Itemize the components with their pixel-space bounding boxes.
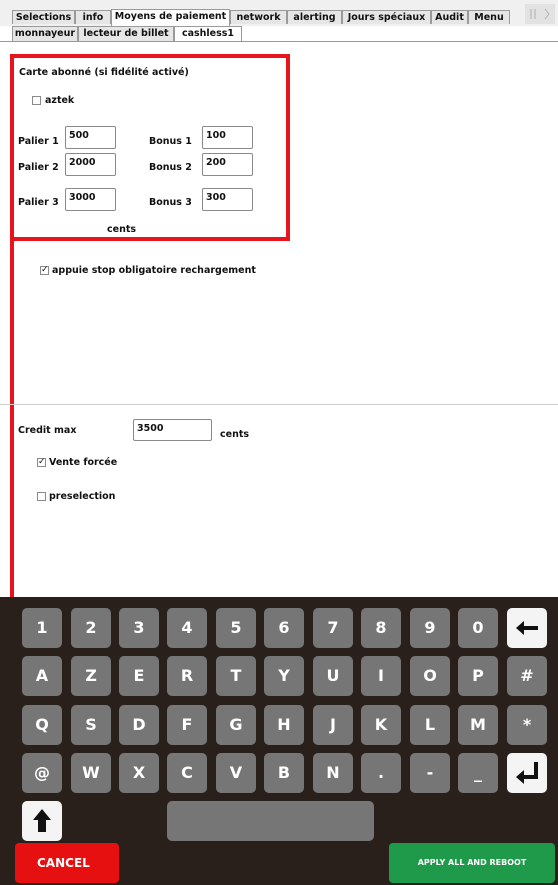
key-c[interactable]: C — [167, 753, 207, 793]
subtab-cashless1[interactable]: cashless1 — [174, 26, 242, 41]
aztek-checkbox[interactable] — [32, 96, 41, 105]
credit-max-unit: cents — [220, 429, 250, 440]
enter-icon — [516, 762, 538, 784]
subtab-monnayeur[interactable]: monnayeur — [12, 26, 78, 41]
key-d[interactable]: D — [119, 705, 159, 745]
palier1-label: Palier 1 — [18, 136, 59, 147]
key-asterisk[interactable]: * — [507, 705, 547, 745]
backspace-key[interactable] — [507, 608, 547, 648]
preselection-checkbox[interactable] — [37, 492, 46, 501]
enter-key[interactable] — [507, 753, 547, 793]
tab-audit[interactable]: Audit — [431, 10, 468, 24]
bonus2-label: Bonus 2 — [149, 162, 192, 173]
tab-jours-speciaux[interactable]: Jours spéciaux — [342, 10, 431, 24]
key-z[interactable]: Z — [71, 656, 111, 696]
key-w[interactable]: W — [71, 753, 111, 793]
stop-checkbox[interactable]: ✓ — [40, 266, 49, 275]
key-v[interactable]: V — [216, 753, 256, 793]
loyalty-title: Carte abonné (si fidélité activé) — [19, 67, 189, 78]
key-dash[interactable]: - — [410, 753, 450, 793]
key-e[interactable]: E — [119, 656, 159, 696]
key-0[interactable]: 0 — [458, 608, 498, 648]
bonus3-label: Bonus 3 — [149, 197, 192, 208]
key-underscore[interactable]: _ — [458, 753, 498, 793]
key-at[interactable]: @ — [22, 753, 62, 793]
tab-info[interactable]: info — [75, 10, 111, 24]
tab-bar: Selections info Moyens de paiement netwo… — [0, 0, 558, 26]
palier3-input[interactable]: 3000 — [65, 188, 116, 211]
palier2-input[interactable]: 2000 — [65, 153, 116, 176]
bonus2-input[interactable]: 200 — [202, 153, 253, 176]
key-n[interactable]: N — [313, 753, 353, 793]
tab-alerting[interactable]: alerting — [287, 10, 342, 24]
arrow-left-icon — [516, 621, 538, 635]
apply-all-and-reboot-button[interactable]: APPLY ALL AND REBOOT — [389, 843, 555, 883]
section-divider — [0, 404, 558, 405]
bonus3-input[interactable]: 300 — [202, 188, 253, 211]
loyalty-unit: cents — [107, 224, 137, 235]
key-j[interactable]: J — [313, 705, 353, 745]
key-1[interactable]: 1 — [22, 608, 62, 648]
key-l[interactable]: L — [410, 705, 450, 745]
subtab-divider — [0, 41, 558, 42]
key-hash[interactable]: # — [507, 656, 547, 696]
key-q[interactable]: Q — [22, 705, 62, 745]
key-b[interactable]: B — [264, 753, 304, 793]
key-i[interactable]: I — [361, 656, 401, 696]
vente-forcee-label: Vente forcée — [49, 457, 118, 468]
credit-max-input[interactable]: 3500 — [133, 419, 212, 441]
key-o[interactable]: O — [410, 656, 450, 696]
tab-scroll-icon[interactable] — [525, 4, 555, 24]
aztek-label: aztek — [45, 95, 75, 106]
highlight-frame-top — [10, 54, 290, 58]
key-k[interactable]: K — [361, 705, 401, 745]
key-g[interactable]: G — [216, 705, 256, 745]
stop-label: appuie stop obligatoire rechargement — [52, 265, 256, 276]
cancel-button[interactable]: CANCEL — [15, 843, 119, 883]
tab-moyens-de-paiement[interactable]: Moyens de paiement — [111, 9, 230, 26]
key-period[interactable]: . — [361, 753, 401, 793]
key-7[interactable]: 7 — [313, 608, 353, 648]
highlight-frame-bottom — [10, 237, 290, 241]
key-3[interactable]: 3 — [119, 608, 159, 648]
space-key[interactable] — [167, 801, 374, 841]
key-m[interactable]: M — [458, 705, 498, 745]
key-f[interactable]: F — [167, 705, 207, 745]
key-p[interactable]: P — [458, 656, 498, 696]
bonus1-input[interactable]: 100 — [202, 126, 253, 149]
key-y[interactable]: Y — [264, 656, 304, 696]
key-r[interactable]: R — [167, 656, 207, 696]
key-5[interactable]: 5 — [216, 608, 256, 648]
key-h[interactable]: H — [264, 705, 304, 745]
tab-menu[interactable]: Menu — [468, 10, 510, 24]
subtab-lecteur-de-billet[interactable]: lecteur de billet — [78, 26, 174, 41]
palier3-label: Palier 3 — [18, 197, 59, 208]
tab-selections[interactable]: Selections — [12, 10, 75, 24]
key-s[interactable]: S — [71, 705, 111, 745]
vente-forcee-checkbox[interactable]: ✓ — [37, 458, 46, 467]
bonus1-label: Bonus 1 — [149, 136, 192, 147]
palier1-input[interactable]: 500 — [65, 126, 116, 149]
preselection-label: preselection — [49, 491, 116, 502]
key-4[interactable]: 4 — [167, 608, 207, 648]
tab-network[interactable]: network — [230, 10, 287, 24]
key-2[interactable]: 2 — [71, 608, 111, 648]
palier2-label: Palier 2 — [18, 162, 59, 173]
credit-max-label: Credit max — [18, 425, 77, 436]
key-8[interactable]: 8 — [361, 608, 401, 648]
key-t[interactable]: T — [216, 656, 256, 696]
key-6[interactable]: 6 — [264, 608, 304, 648]
highlight-frame-right — [286, 54, 290, 240]
key-x[interactable]: X — [119, 753, 159, 793]
key-u[interactable]: U — [313, 656, 353, 696]
key-a[interactable]: A — [22, 656, 62, 696]
arrow-up-icon — [33, 809, 51, 832]
shift-key[interactable] — [22, 801, 62, 841]
key-9[interactable]: 9 — [410, 608, 450, 648]
